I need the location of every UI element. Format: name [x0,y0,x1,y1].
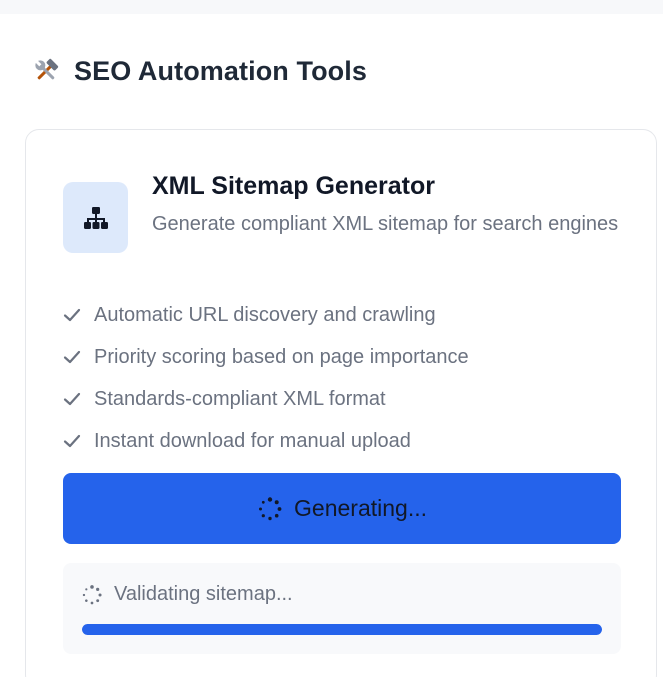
check-icon [62,431,82,451]
section-title: SEO Automation Tools [74,55,367,86]
progress-bar [82,624,602,635]
check-icon [62,347,82,367]
generate-button[interactable]: Generating... [63,473,621,544]
status-row: Validating sitemap... [81,583,293,606]
sitemap-tool-card: XML Sitemap Generator Generate compliant… [25,129,657,677]
progress-fill [82,624,602,635]
feature-label: Priority scoring based on page importanc… [94,345,469,368]
generate-button-label: Generating... [294,495,427,521]
spinner-icon [257,496,283,522]
feature-label: Automatic URL discovery and crawling [94,303,436,326]
spinner-icon [81,584,103,606]
feature-label: Instant download for manual upload [94,429,411,452]
feature-label: Standards-compliant XML format [94,387,386,410]
section-heading: SEO Automation Tools [30,55,367,87]
check-icon [62,305,82,325]
sitemap-icon [63,182,128,253]
feature-item: Instant download for manual upload [62,420,469,462]
hammer-and-wrench-icon [30,55,62,87]
tool-description: Generate compliant XML sitemap for searc… [152,213,619,235]
feature-item: Automatic URL discovery and crawling [62,294,469,336]
feature-item: Standards-compliant XML format [62,378,469,420]
feature-list: Automatic URL discovery and crawling Pri… [62,294,469,462]
check-icon [62,389,82,409]
status-text: Validating sitemap... [114,583,293,605]
tool-title: XML Sitemap Generator [152,172,435,200]
status-panel: Validating sitemap... [63,563,621,654]
top-bar [0,0,663,14]
feature-item: Priority scoring based on page importanc… [62,336,469,378]
